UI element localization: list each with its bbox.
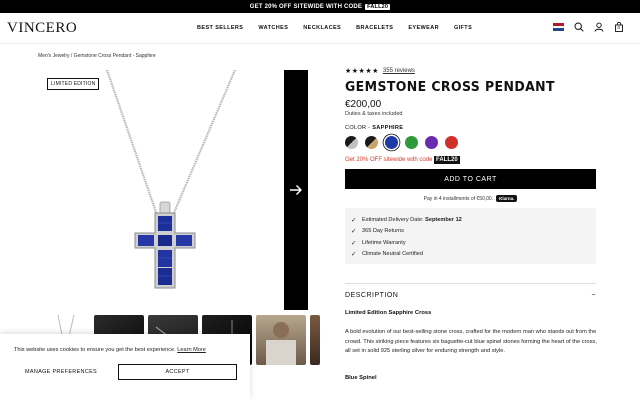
swatch-sapphire[interactable]	[385, 136, 398, 149]
check-icon: ✓	[351, 239, 357, 247]
check-icon: ✓	[351, 216, 357, 224]
benefit-returns: ✓ 365 Day Returns	[351, 226, 596, 238]
header-icons: 0	[553, 22, 624, 32]
accept-cookies-button[interactable]: ACCEPT	[118, 364, 237, 380]
swatch-emerald[interactable]	[405, 136, 418, 149]
color-value: SAPPHIRE	[372, 125, 404, 131]
promo-line-text: Get 20% OFF sitewide with code	[345, 157, 433, 163]
limited-edition-badge: LIMITED EDITION	[47, 78, 100, 90]
benefit-returns-text: 365 Day Returns	[362, 228, 404, 235]
main-nav: BEST SELLERS WATCHES NECKLACES BRACELETS…	[197, 25, 472, 31]
site-header: VINCERO BEST SELLERS WATCHES NECKLACES B…	[0, 13, 640, 43]
search-icon[interactable]	[574, 22, 584, 32]
thumbnail-6[interactable]	[310, 315, 320, 365]
benefit-warranty-text: Lifetime Warranty	[362, 239, 406, 246]
installments-note: Pay in 4 installments of €50,00. Klarna.	[345, 195, 596, 202]
klarna-logo: Klarna.	[496, 195, 518, 202]
description-subtitle-2: Blue Spinel	[345, 375, 377, 381]
swatch-ruby[interactable]	[445, 136, 458, 149]
cart-count: 0	[617, 25, 621, 31]
reviews-link[interactable]: 355 reviews	[383, 68, 415, 74]
account-icon[interactable]	[594, 22, 604, 32]
color-label: COLOR - SAPPHIRE	[345, 125, 596, 131]
promo-line: Get 20% OFF sitewide with code FALL20	[345, 156, 596, 164]
description-subtitle: Limited Edition Sapphire Cross	[345, 310, 432, 316]
product-main-image[interactable]	[45, 69, 285, 310]
thumbnail-5[interactable]	[256, 315, 306, 365]
description-body: A bold evolution of our best-selling sto…	[345, 329, 597, 354]
nav-item-gifts[interactable]: GIFTS	[454, 25, 472, 31]
nav-item-best-sellers[interactable]: BEST SELLERS	[197, 25, 243, 31]
cookie-learn-more-link[interactable]: Learn More	[177, 347, 206, 353]
benefits-box: ✓ Estimated Delivery Date: September 12 …	[345, 208, 596, 264]
product-title: GEMSTONE CROSS PENDANT	[345, 78, 555, 95]
check-icon: ✓	[351, 251, 357, 259]
color-swatches	[345, 136, 596, 149]
cookie-message: This website uses cookies to ensure you …	[14, 347, 176, 353]
installments-text: Pay in 4 installments of €50,00.	[423, 195, 494, 202]
promo-bar-code: FALL20	[365, 3, 391, 10]
star-rating-icon: ★★★★★	[345, 68, 379, 75]
benefit-climate-text: Climate Neutral Certified	[362, 251, 423, 258]
color-label-prefix: COLOR -	[345, 125, 373, 131]
description-toggle[interactable]: DESCRIPTION −	[345, 292, 596, 299]
benefit-warranty: ✓ Lifetime Warranty	[351, 237, 596, 249]
cart-icon[interactable]: 0	[614, 22, 624, 32]
nav-item-watches[interactable]: WATCHES	[258, 25, 288, 31]
site-logo[interactable]: VINCERO	[7, 20, 77, 37]
collapse-icon: −	[591, 292, 596, 299]
gallery-next-button[interactable]	[284, 70, 308, 310]
nav-item-eyewear[interactable]: EYEWEAR	[408, 25, 439, 31]
product-price: €200,00	[345, 99, 382, 110]
swatch-black-onyx[interactable]	[345, 136, 358, 149]
duties-note: Duties & taxes included	[345, 111, 403, 117]
promo-line-code: FALL20	[434, 156, 460, 164]
add-to-cart-button[interactable]: ADD TO CART	[345, 169, 596, 189]
description-heading: DESCRIPTION	[345, 292, 399, 299]
breadcrumb[interactable]: Men's Jewelry / Gemstone Cross Pendant -…	[38, 53, 156, 59]
header-divider	[0, 43, 640, 44]
rating: ★★★★★ 355 reviews	[345, 67, 596, 75]
description-divider	[345, 283, 596, 284]
product-info: ★★★★★ 355 reviews GEMSTONE CROSS PENDANT…	[345, 67, 596, 264]
nav-item-necklaces[interactable]: NECKLACES	[303, 25, 341, 31]
nav-item-bracelets[interactable]: BRACELETS	[356, 25, 393, 31]
cookie-banner: This website uses cookies to ensure you …	[0, 334, 250, 400]
benefit-delivery-date: September 12	[425, 216, 462, 223]
promo-bar-text: GET 20% OFF SITEWIDE WITH CODE	[249, 3, 363, 10]
benefit-climate: ✓ Climate Neutral Certified	[351, 249, 596, 261]
netherlands-flag-icon[interactable]	[553, 23, 564, 32]
benefit-delivery-text: Estimated Delivery Date:	[362, 216, 426, 223]
check-icon: ✓	[351, 228, 357, 236]
cookie-text: This website uses cookies to ensure you …	[14, 347, 206, 353]
swatch-amethyst[interactable]	[425, 136, 438, 149]
manage-preferences-button[interactable]: MANAGE PREFERENCES	[25, 369, 97, 376]
benefit-delivery: ✓ Estimated Delivery Date: September 12	[351, 214, 596, 226]
arrow-right-icon	[290, 185, 302, 195]
promo-bar: GET 20% OFF SITEWIDE WITH CODE FALL20	[0, 0, 640, 13]
swatch-tiger-eye[interactable]	[365, 136, 378, 149]
